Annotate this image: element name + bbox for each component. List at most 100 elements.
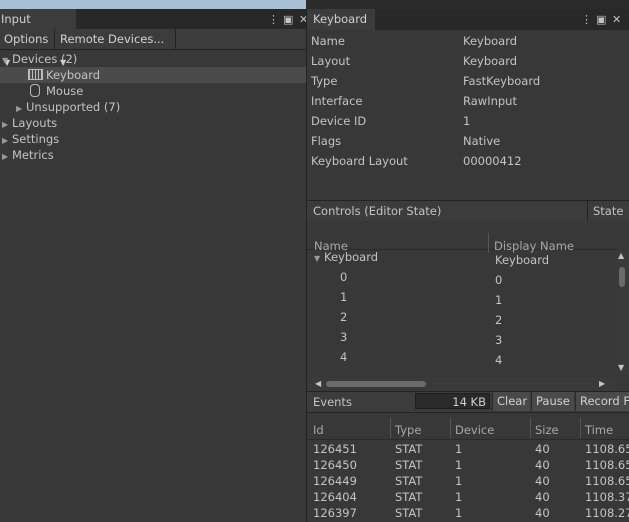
column-separator[interactable] <box>580 418 581 438</box>
tree-item-metrics[interactable]: ▶ Metrics <box>2 147 54 163</box>
events-size-value: 14 KB <box>452 395 486 409</box>
control-name-text: 3 <box>340 330 348 344</box>
control-display-name: 4 <box>495 353 503 367</box>
record-button[interactable]: Record F <box>575 392 629 411</box>
control-name: 3 <box>340 330 347 344</box>
control-row[interactable]: 44 <box>307 350 615 373</box>
control-display-name: 1 <box>495 293 503 307</box>
event-cell: STAT <box>395 490 423 504</box>
scroll-right-arrow-icon[interactable]: ▶ <box>599 379 605 388</box>
column-separator[interactable] <box>450 418 451 438</box>
events-column-id[interactable]: Id <box>313 423 324 437</box>
control-name: 0 <box>340 270 347 284</box>
property-value: Keyboard <box>463 54 518 68</box>
control-name-text: 2 <box>340 310 348 324</box>
event-cell: 1108.65 <box>585 442 629 456</box>
event-cell: STAT <box>395 474 423 488</box>
property-row: Keyboard Layout 00000412 <box>307 151 629 171</box>
horizontal-scrollbar[interactable]: ◀ ▶ <box>307 377 615 391</box>
controls-header: Controls (Editor State) State <box>307 200 629 222</box>
events-column-device[interactable]: Device <box>455 423 494 437</box>
close-icon[interactable]: ✕ <box>612 9 621 30</box>
vertical-scroll-thumb[interactable] <box>619 267 625 287</box>
keyboard-label: Keyboard <box>46 68 101 82</box>
options-dropdown[interactable]: Options ▼ <box>0 29 55 67</box>
column-separator[interactable] <box>390 418 391 438</box>
event-row[interactable]: 126397 STAT 1 40 1108.27 <box>307 505 629 521</box>
tab-bar: Keyboard ⋮ ▣ ✕ <box>307 9 629 30</box>
event-row[interactable]: 126450 STAT 1 40 1108.65 <box>307 457 629 473</box>
collapsed-triangle-icon[interactable]: ▶ <box>2 149 12 165</box>
scroll-down-arrow-icon[interactable]: ▼ <box>618 363 624 372</box>
options-label: Options <box>4 32 49 46</box>
event-cell: 1108.65 <box>585 458 629 472</box>
event-cell: STAT <box>395 442 423 456</box>
clear-button[interactable]: Clear <box>492 392 530 411</box>
event-row[interactable]: 126449 STAT 1 40 1108.65 <box>307 473 629 489</box>
event-cell: 126451 <box>313 442 357 456</box>
background-strip-dark <box>306 0 629 9</box>
event-cell: 1 <box>455 490 463 504</box>
control-row[interactable]: 22 <box>307 310 615 333</box>
tree-item-layouts[interactable]: ▶ Layouts <box>2 115 57 131</box>
control-row[interactable]: 00 <box>307 270 615 293</box>
event-cell: STAT <box>395 458 423 472</box>
event-cell: 126404 <box>313 490 357 504</box>
events-size-field: 14 KB <box>415 393 490 409</box>
column-separator[interactable] <box>530 418 531 438</box>
clear-label: Clear <box>497 394 528 408</box>
control-display-name: Keyboard <box>495 253 550 267</box>
maximize-icon[interactable]: ▣ <box>596 9 606 30</box>
remote-devices-dropdown[interactable]: Remote Devices... ▼ <box>56 29 176 67</box>
mouse-label: Mouse <box>46 84 84 98</box>
scroll-up-arrow-icon[interactable]: ▲ <box>618 251 624 260</box>
control-row[interactable]: ▼ Keyboard Keyboard <box>307 251 615 273</box>
event-row[interactable]: 126451 STAT 1 40 1108.65 <box>307 441 629 457</box>
more-options-icon[interactable]: ⋮ <box>268 9 279 30</box>
maximize-icon[interactable]: ▣ <box>283 9 293 30</box>
vertical-scrollbar[interactable]: ▲ ▼ <box>615 251 629 375</box>
events-column-headers: Id Type Device Size Time <box>307 417 629 440</box>
property-value: RawInput <box>463 94 517 108</box>
horizontal-scroll-thumb[interactable] <box>326 381 426 387</box>
control-name-text: 0 <box>340 270 348 284</box>
settings-label: Settings <box>12 132 60 146</box>
tab-input-debug[interactable]: Input Debug <box>0 9 76 47</box>
record-label: Record F <box>580 394 629 408</box>
pause-button[interactable]: Pause <box>531 392 574 411</box>
tree-item-devices[interactable]: ▼ Devices (2) <box>2 51 77 67</box>
event-cell: STAT <box>395 506 423 520</box>
controls-tree-view: Name Display Name ▼ Keyboard Keyboard 0 0 1 1 2… <box>307 221 629 393</box>
event-cell: 40 <box>535 442 550 456</box>
event-cell: 1 <box>455 506 463 520</box>
control-row[interactable]: 33 <box>307 330 615 353</box>
more-options-icon[interactable]: ⋮ <box>581 9 592 30</box>
control-row[interactable]: 11 <box>307 290 615 313</box>
property-value: FastKeyboard <box>463 74 541 88</box>
tree-item-unsupported[interactable]: ▶ Unsupported (7) <box>16 99 120 115</box>
event-cell: 126397 <box>313 506 357 520</box>
state-button[interactable]: State <box>593 203 623 219</box>
property-key: Keyboard Layout <box>311 154 408 168</box>
event-row[interactable]: 126404 STAT 1 40 1108.37 <box>307 489 629 505</box>
expanded-triangle-icon[interactable]: ▼ <box>314 254 324 263</box>
events-column-size[interactable]: Size <box>535 423 559 437</box>
controls-title: Controls (Editor State) <box>313 204 442 218</box>
event-cell: 40 <box>535 474 550 488</box>
property-value: 00000412 <box>463 154 522 168</box>
layouts-label: Layouts <box>12 116 58 130</box>
controls-column-headers: Name Display Name <box>307 227 617 253</box>
property-row: Interface RawInput <box>307 91 629 111</box>
control-name: 2 <box>340 310 347 324</box>
control-name-text: 4 <box>340 350 348 364</box>
tree-item-settings[interactable]: ▶ Settings <box>2 131 59 147</box>
scroll-left-arrow-icon[interactable]: ◀ <box>315 379 321 388</box>
events-column-type[interactable]: Type <box>395 423 421 437</box>
event-cell: 40 <box>535 458 550 472</box>
tree-item-keyboard[interactable]: Keyboard <box>28 67 100 83</box>
tree-item-mouse[interactable]: Mouse <box>30 83 83 99</box>
property-row: Type FastKeyboard <box>307 71 629 91</box>
toolbar: Options ▼ Remote Devices... ▼ <box>0 29 306 67</box>
tab-keyboard[interactable]: Keyboard <box>307 9 375 30</box>
events-column-time[interactable]: Time <box>585 423 613 437</box>
